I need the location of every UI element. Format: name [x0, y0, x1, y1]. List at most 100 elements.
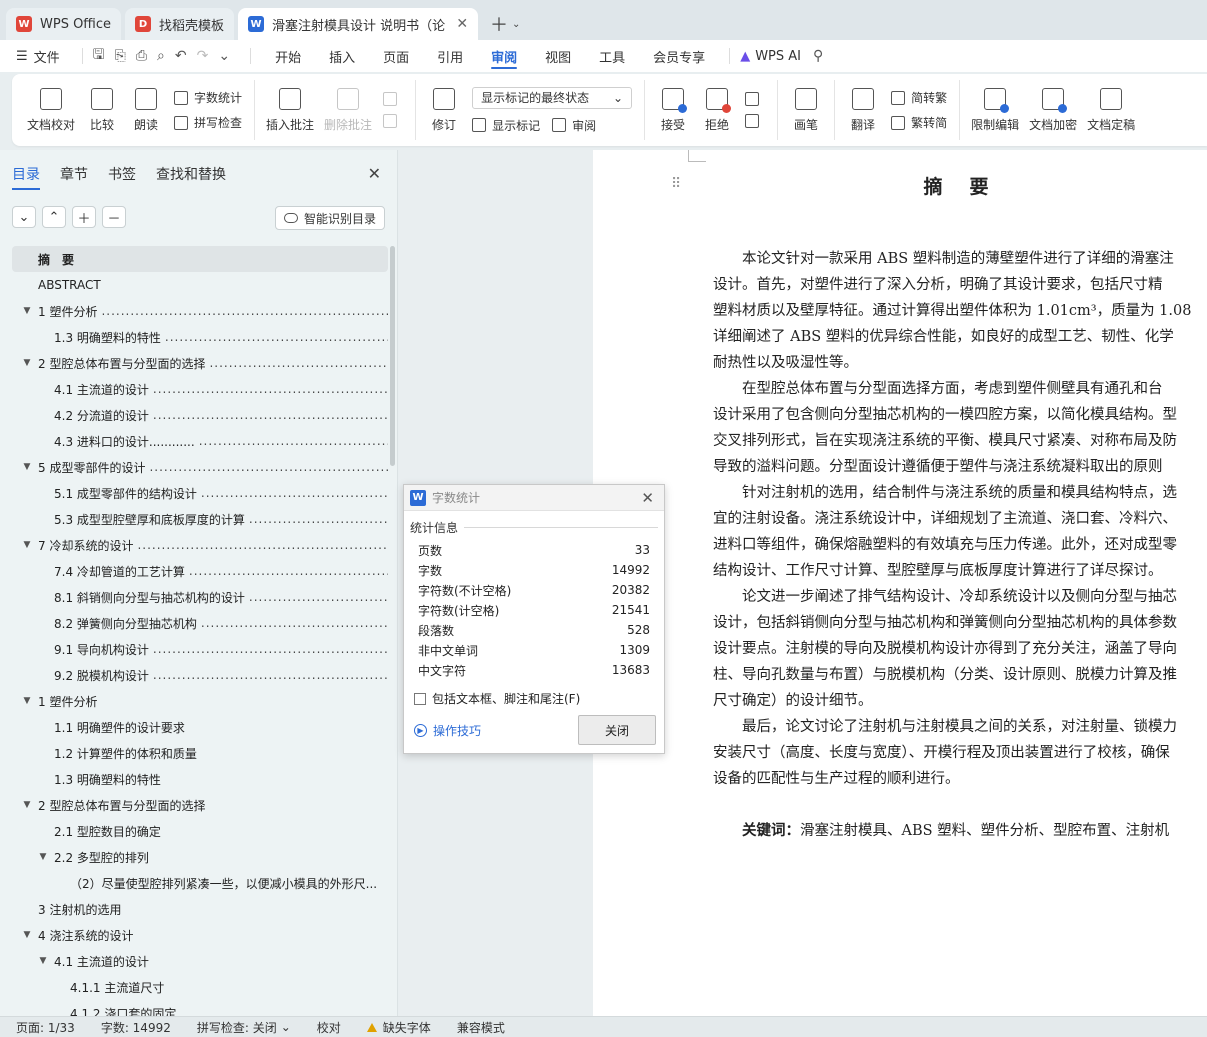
next-change-button[interactable] [745, 114, 765, 128]
remove-heading-button[interactable]: － [102, 206, 126, 228]
close-button[interactable]: 关闭 [578, 715, 656, 745]
toc-scrollbar[interactable] [390, 246, 395, 466]
tab-close-icon[interactable]: ✕ [456, 16, 468, 32]
toc-item[interactable]: ▼ 7 冷却系统的设计..............................… [12, 532, 388, 558]
markup-state-select[interactable]: 显示标记的最终状态 ⌄ [472, 86, 633, 109]
status-proofread[interactable]: 校对 [317, 1019, 341, 1036]
next-comment-button[interactable] [383, 114, 403, 128]
menu-tab-member[interactable]: 会员专享 [639, 40, 719, 72]
compare-button[interactable]: 比较 [80, 87, 124, 133]
toc-item[interactable]: 1.1 明确塑件的设计要求 [12, 714, 388, 740]
insert-comment-button[interactable]: 插入批注 [261, 87, 319, 133]
toc-item[interactable]: 1.2 计算塑件的体积和质量 [12, 740, 388, 766]
menu-tab-tools[interactable]: 工具 [585, 40, 639, 72]
toc-item[interactable]: 4.1.1 主流道尺寸 [12, 974, 388, 1000]
to-traditional-button[interactable]: 简转繁 [891, 89, 947, 106]
to-simplified-button[interactable]: 繁转简 [891, 114, 947, 131]
toc-item[interactable]: ▼ 4 浇注系统的设计 [12, 922, 388, 948]
collapse-up-button[interactable]: ⌃ [42, 206, 66, 228]
toc-item[interactable]: 摘 要 [12, 246, 388, 272]
toc-item[interactable]: 5.1 成型零部件的结构设计..........................… [12, 480, 388, 506]
toc-item[interactable]: 8.2 弹簧侧向分型抽芯机构..........................… [12, 610, 388, 636]
nav-tab-bookmarks[interactable]: 书签 [108, 164, 136, 190]
toc-item[interactable]: 4.1 主流道的设计..............................… [12, 376, 388, 402]
menu-tab-page[interactable]: 页面 [369, 40, 423, 72]
toc-item[interactable]: ▼ 5 成型零部件的设计.............................… [12, 454, 388, 480]
toc-item[interactable]: 4.3 进料口的设计............ .................… [12, 428, 388, 454]
menu-tab-review[interactable]: 审阅 [477, 40, 531, 72]
print-icon[interactable]: ⎙ [136, 48, 147, 64]
expand-arrow-icon[interactable]: ▼ [20, 306, 34, 316]
nav-tab-sections[interactable]: 章节 [60, 164, 88, 190]
save-icon[interactable]: 🖫 [93, 44, 105, 68]
expand-arrow-icon[interactable]: ▼ [20, 540, 34, 550]
toc-item[interactable]: ABSTRACT [12, 272, 388, 298]
toc-item[interactable]: 9.1 导向机构设计..............................… [12, 636, 388, 662]
file-menu[interactable]: ☰ 文件 [16, 47, 60, 66]
undo-icon[interactable]: ↶ [175, 48, 187, 64]
translate-button[interactable]: 翻译 [841, 87, 885, 133]
pen-button[interactable]: 画笔 [784, 87, 828, 133]
menu-tab-view[interactable]: 视图 [531, 40, 585, 72]
reject-button[interactable]: 拒绝 [695, 87, 739, 133]
close-icon[interactable]: ✕ [641, 489, 654, 507]
menu-tab-home[interactable]: 开始 [261, 40, 315, 72]
status-missing-font[interactable]: 缺失字体 [366, 1019, 431, 1036]
toc-item[interactable]: ▼ 2 型腔总体布置与分型面的选择 [12, 792, 388, 818]
toc-item[interactable]: ▼ 1 塑件分析 [12, 688, 388, 714]
toc-item[interactable]: 1.3 明确塑料的特性.............................… [12, 324, 388, 350]
tab-docer-templates[interactable]: D 找稻壳模板 [125, 8, 235, 40]
more-chevron-icon[interactable]: ⌄ [218, 48, 230, 64]
read-aloud-button[interactable]: 朗读 [124, 87, 168, 133]
previous-change-button[interactable] [745, 92, 765, 106]
nav-tab-toc[interactable]: 目录 [12, 164, 40, 190]
encrypt-button[interactable]: 文档加密 [1024, 87, 1082, 133]
expand-arrow-icon[interactable]: ▼ [20, 696, 34, 706]
review-pane-button[interactable]: 审阅 [552, 117, 596, 134]
spell-check-button[interactable]: 拼写检查 [174, 114, 242, 131]
expand-arrow-icon[interactable]: ▼ [20, 358, 34, 368]
proofread-button[interactable]: 文档校对 [22, 87, 80, 133]
include-notes-checkbox[interactable]: 包括文本框、脚注和尾注(F) [414, 690, 654, 707]
toc-item[interactable]: 9.2 脱模机构设计..............................… [12, 662, 388, 688]
word-count-button[interactable]: 字数统计 [174, 89, 242, 106]
toc-item[interactable]: 1.3 明确塑料的特性 [12, 766, 388, 792]
tips-link[interactable]: ▶ 操作技巧 [414, 722, 481, 739]
toc-item[interactable]: 4.1.2 浇口套的固定 [12, 1000, 388, 1017]
expand-arrow-icon[interactable]: ▼ [20, 462, 34, 472]
menu-tab-insert[interactable]: 插入 [315, 40, 369, 72]
print-preview-icon[interactable]: ⌕ [157, 48, 165, 64]
show-markup-button[interactable]: 显示标记 [472, 117, 540, 134]
export-icon[interactable]: ⎘ [115, 48, 126, 64]
toc-item[interactable]: ▼ 2.2 多型腔的排列 [12, 844, 388, 870]
delete-comment-button[interactable]: 删除批注 [319, 87, 377, 133]
status-page[interactable]: 页面: 1/33 [16, 1019, 75, 1036]
redo-icon[interactable]: ↷ [197, 48, 209, 64]
tab-wps-office[interactable]: W WPS Office [6, 8, 122, 40]
restrict-edit-button[interactable]: 限制编辑 [966, 87, 1024, 133]
toc-item[interactable]: ▼ 2 型腔总体布置与分型面的选择........................… [12, 350, 388, 376]
toc-item[interactable]: ▼ 1 塑件分析.................................… [12, 298, 388, 324]
nav-tab-find-replace[interactable]: 查找和替换 [156, 164, 226, 190]
track-changes-button[interactable]: 修订 [422, 87, 466, 133]
expand-arrow-icon[interactable]: ▼ [36, 956, 50, 966]
search-icon[interactable]: ⚲ [813, 48, 823, 64]
toc-item[interactable]: ▼ 4.1 主流道的设计 [12, 948, 388, 974]
toc-item[interactable]: 4.2 分流道的设计..............................… [12, 402, 388, 428]
dialog-title-bar[interactable]: W 字数统计 ✕ [404, 485, 664, 511]
toc-item[interactable]: 2.1 型腔数目的确定 [12, 818, 388, 844]
expand-arrow-icon[interactable]: ▼ [20, 800, 34, 810]
accept-button[interactable]: 接受 [651, 87, 695, 133]
wps-ai-button[interactable]: ▲ WPS AI [740, 49, 801, 64]
previous-comment-button[interactable] [383, 92, 403, 106]
status-words[interactable]: 字数: 14992 [101, 1019, 171, 1036]
toc-item[interactable]: （2）尽量使型腔排列紧凑一些，以便减小模具的外形尺... [12, 870, 388, 896]
toc-item[interactable]: 7.4 冷却管道的工艺计算...........................… [12, 558, 388, 584]
finalize-button[interactable]: 文档定稿 [1082, 87, 1140, 133]
new-tab-button[interactable]: ＋ ⌄ [482, 8, 528, 40]
toc-item[interactable]: 5.3 成型型腔壁厚和底板厚度的计算......................… [12, 506, 388, 532]
expand-arrow-icon[interactable]: ▼ [20, 930, 34, 940]
checkbox-box[interactable] [414, 692, 426, 705]
close-icon[interactable]: ✕ [368, 164, 381, 183]
menu-tab-references[interactable]: 引用 [423, 40, 477, 72]
